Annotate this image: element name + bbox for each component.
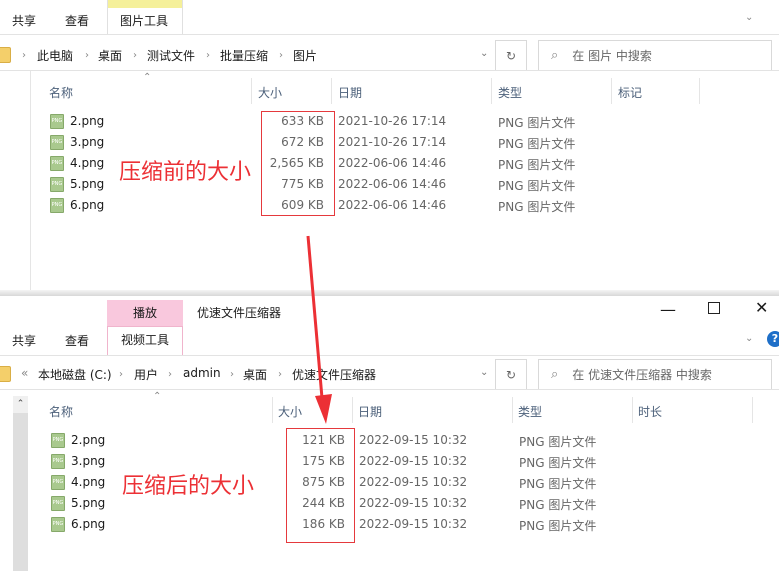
red-arrow <box>306 235 332 424</box>
